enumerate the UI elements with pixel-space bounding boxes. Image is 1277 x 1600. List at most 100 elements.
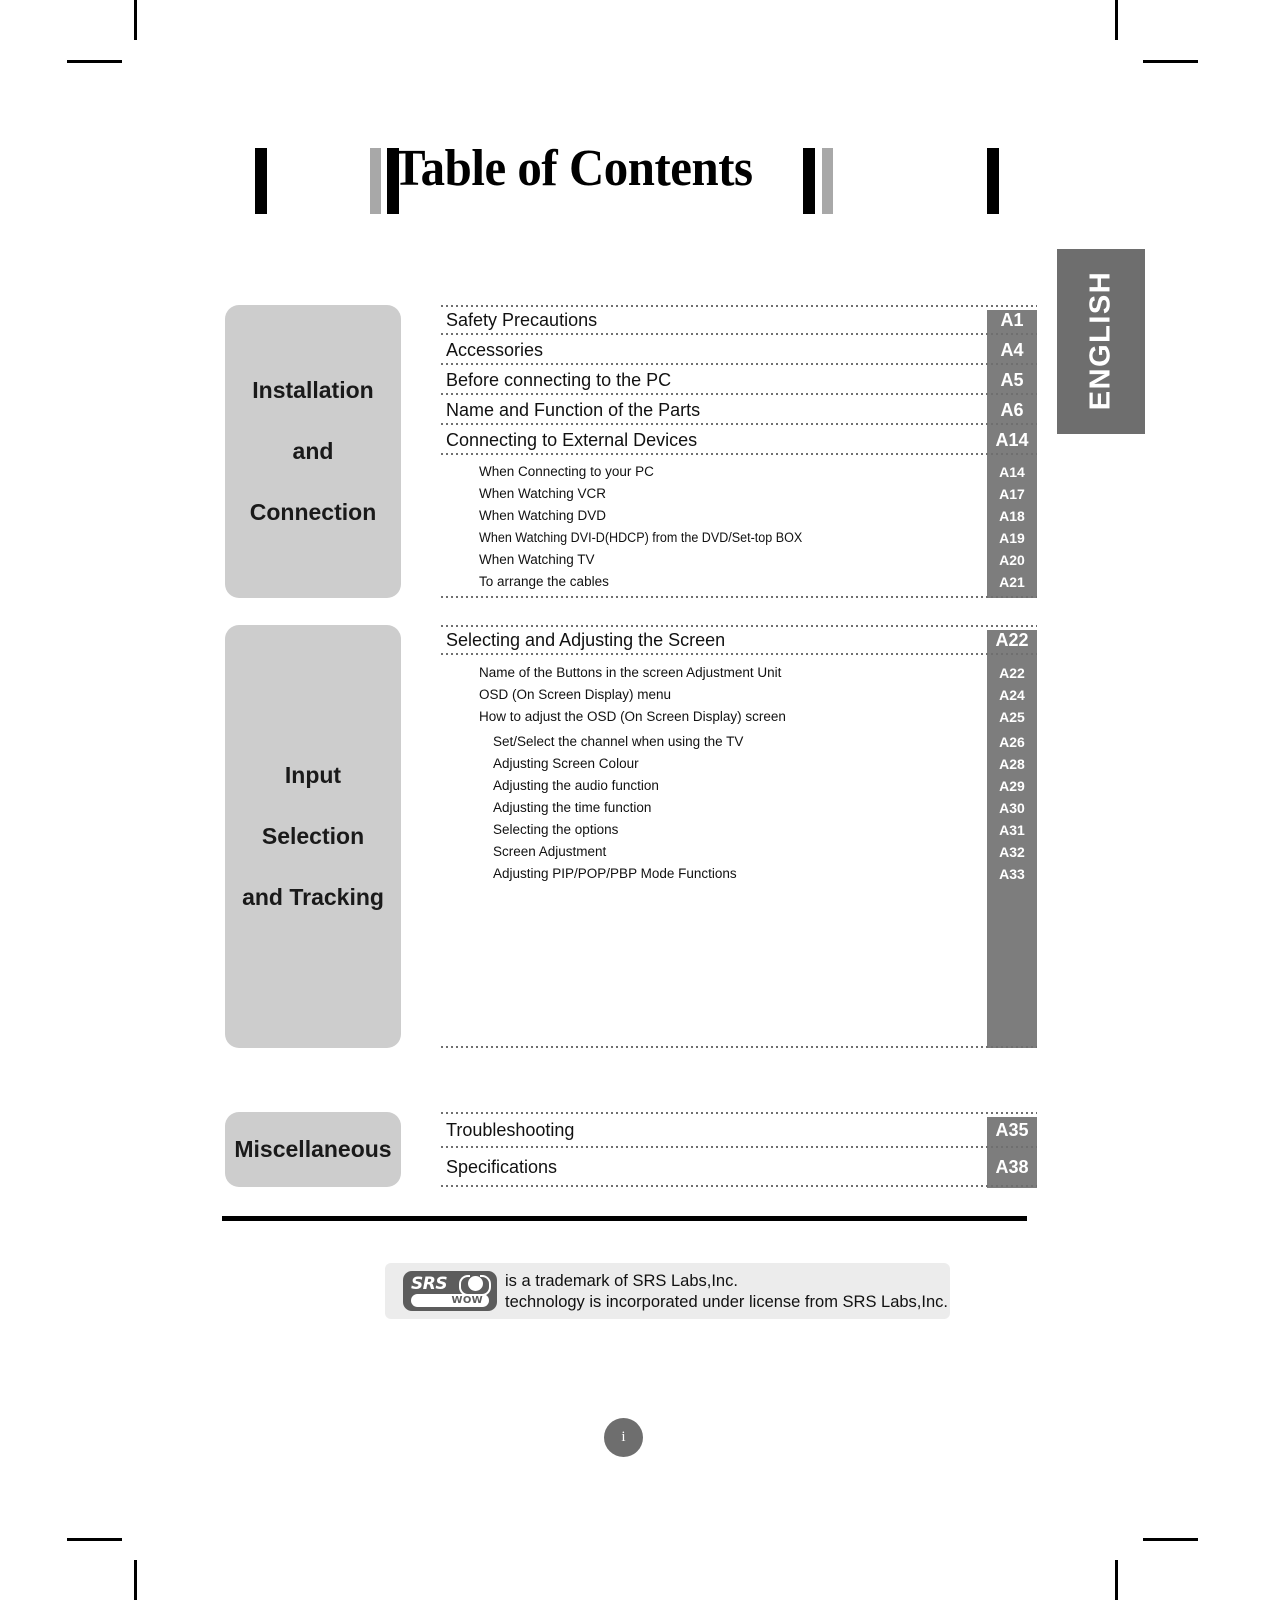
crop-mark-bottom-right [1115,1560,1118,1600]
toc-row[interactable]: Troubleshooting A35 [441,1112,1037,1148]
toc-subentry-label: Adjusting the audio function [493,778,659,793]
toc-entry-label: Safety Precautions [446,310,598,330]
crop-mark-top-right [1115,0,1118,40]
srs-notice-text: is a trademark of SRS Labs,Inc. technolo… [505,1271,948,1313]
toc-subentry-page: A28 [999,756,1025,772]
toc-subrow[interactable]: Selecting the options A31 [441,819,1025,841]
toc-list-input-selection: Selecting and Adjusting the Screen A22 N… [441,625,1037,1048]
toc-entry-label: Specifications [446,1157,558,1177]
page-title: Table of Contents [393,140,753,197]
dot-leader [441,1046,1037,1048]
dot-leader [441,596,1037,598]
toc-entry-label: Selecting and Adjusting the Screen [446,630,726,650]
srs-logo: SRS WOW [403,1271,497,1311]
toc-subrow[interactable]: To arrange the cables A21 [441,571,1025,593]
toc-subentry-page: A24 [999,687,1025,703]
toc-subentry-page: A19 [999,530,1025,546]
toc-entry-page: A4 [1000,340,1024,360]
dot-leader [441,453,1037,455]
page-number-badge: i [604,1418,643,1457]
toc-entry-label: Connecting to External Devices [446,430,698,450]
toc-subentry-page: A17 [999,486,1025,502]
toc-subentry-page: A29 [999,778,1025,794]
toc-subrow[interactable]: Adjusting Screen Colour A28 [441,753,1025,775]
toc-list-installation: Safety Precautions A1 Accessories A4 Bef… [441,305,1037,598]
toc-row[interactable]: Before connecting to the PC A5 [441,365,1037,395]
toc-entry-page: A1 [1000,310,1024,330]
toc-subentry-page: A20 [999,552,1025,568]
toc-subentry-page: A33 [999,866,1025,882]
toc-subrow[interactable]: When Watching TV A20 [441,549,1025,571]
toc-subentry-page: A22 [999,665,1025,681]
toc-subrow[interactable]: When Watching DVI-D(HDCP) from the DVD/S… [441,527,1025,549]
category-label-input-selection: Input Selection and Tracking [242,760,384,913]
category-label-installation: Installation and Connection [250,375,377,528]
toc-subrow[interactable]: When Watching DVD A18 [441,505,1025,527]
toc-subentry-page: A32 [999,844,1025,860]
language-tab-label: ENGLISH [1084,270,1117,410]
crop-mark-right-top [1143,60,1198,63]
crop-mark-top-left [134,0,137,40]
toc-subrow[interactable]: How to adjust the OSD (On Screen Display… [441,706,1025,728]
toc-subentry-page: A31 [999,822,1025,838]
title-rule-bar-4 [803,148,815,214]
srs-circle-icon [459,1275,491,1296]
toc-subrow[interactable]: Adjusting the time function A30 [441,797,1025,819]
srs-notice-line-2: technology is incorporated under license… [505,1293,948,1311]
toc-entry-page: A38 [995,1157,1029,1177]
toc-subentry-label: How to adjust the OSD (On Screen Display… [479,709,786,724]
toc-subrow[interactable]: Adjusting PIP/POP/PBP Mode Functions A33 [441,863,1025,885]
toc-subentry-label: When Watching VCR [479,486,607,501]
page-title-block: Table of Contents [225,140,1025,228]
toc-subentry-label: Adjusting Screen Colour [493,756,639,771]
toc-entry-page: A5 [1000,370,1024,390]
crop-mark-right-bottom [1143,1538,1198,1541]
toc-subentry-label: When Watching DVI-D(HDCP) from the DVD/S… [479,530,803,545]
toc-subrow[interactable]: When Watching VCR A17 [441,483,1025,505]
dot-leader [441,653,1037,655]
toc-subrow[interactable]: Name of the Buttons in the screen Adjust… [441,662,1025,684]
srs-wow-pill: WOW [411,1294,489,1307]
toc-subentry-page: A14 [999,464,1025,480]
toc-row[interactable]: Selecting and Adjusting the Screen A22 [441,625,1037,655]
toc-row[interactable]: Connecting to External Devices A14 [441,425,1037,455]
crop-mark-bottom-left [134,1560,137,1600]
srs-right-paren [480,1275,491,1296]
toc-subentry-label: Adjusting the time function [493,800,652,815]
toc-entry-page: A6 [1000,400,1024,420]
toc-list-miscellaneous: Troubleshooting A35 Specifications A38 [441,1112,1037,1188]
toc-subentry-label: When Watching TV [479,552,595,567]
toc-subentry-page: A21 [999,574,1025,590]
toc-subrow[interactable]: OSD (On Screen Display) menu A24 [441,684,1025,706]
category-line-3: and Tracking [242,884,384,911]
toc-subentry-label: Set/Select the channel when using the TV [493,734,744,749]
toc-subentry-label: When Connecting to your PC [479,464,654,479]
toc-subrow[interactable]: When Connecting to your PC A14 [441,461,1025,483]
toc-subrow[interactable]: Adjusting the audio function A29 [441,775,1025,797]
toc-row[interactable]: Accessories A4 [441,335,1037,365]
category-label-miscellaneous: Miscellaneous [234,1136,392,1163]
toc-entry-label: Name and Function of the Parts [446,400,701,420]
language-tab-english: ENGLISH [1057,249,1145,434]
crop-mark-left-bottom [67,1538,122,1541]
srs-logo-wordmark: SRS [411,1274,448,1294]
crop-mark-left-top [67,60,122,63]
toc-row[interactable]: Specifications A38 [441,1148,1037,1187]
toc-subentry-page: A18 [999,508,1025,524]
toc-entry-label: Accessories [446,340,544,360]
toc-subentry-label: Selecting the options [493,822,619,837]
toc-subrow[interactable]: Screen Adjustment A32 [441,841,1025,863]
category-line-1: Installation [252,377,374,404]
toc-row[interactable]: Safety Precautions A1 [441,305,1037,335]
toc-subentry-label: OSD (On Screen Display) menu [479,687,672,702]
toc-row[interactable]: Name and Function of the Parts A6 [441,395,1037,425]
toc-entry-page: A22 [995,630,1029,650]
toc-subentry-label: Screen Adjustment [493,844,607,859]
title-rule-bar-6 [987,148,999,214]
dot-leader [441,1185,1037,1187]
toc-entry-page: A35 [995,1120,1029,1140]
toc-subentry-label: To arrange the cables [479,574,609,589]
category-box-installation: Installation and Connection [225,305,401,598]
title-rule-bar-5 [822,148,833,214]
toc-subrow[interactable]: Set/Select the channel when using the TV… [441,731,1025,753]
